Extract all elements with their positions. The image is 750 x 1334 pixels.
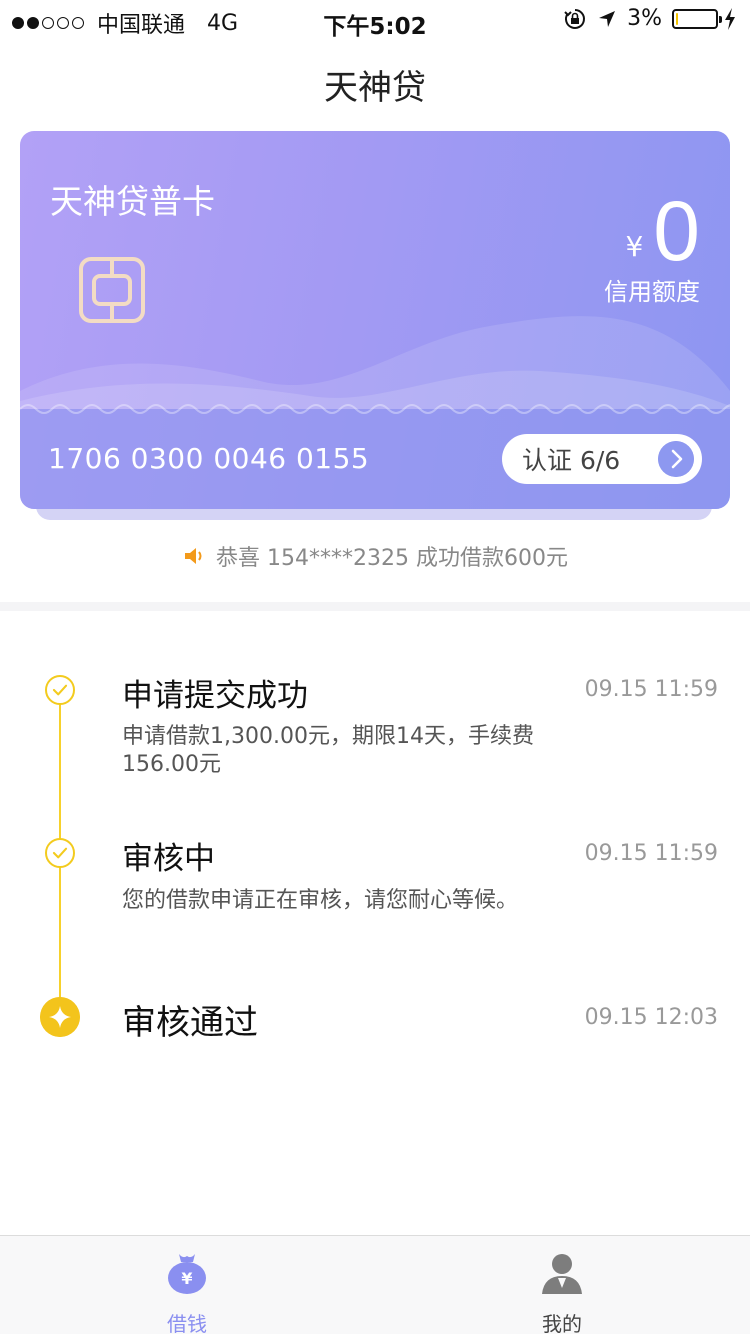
battery-cap — [719, 15, 722, 23]
timeline-title: 审核通过 — [122, 1003, 258, 1043]
tab-mine[interactable]: 我的 — [487, 1236, 637, 1334]
money-bag-icon: ¥ — [168, 1254, 206, 1294]
notice-text: 恭喜 154****2325 成功借款600元 — [216, 546, 568, 571]
speaker-icon — [185, 548, 202, 564]
credit-amount-label: 信用额度 — [604, 278, 700, 306]
verification-button[interactable]: 认证 6/6 — [502, 434, 702, 484]
timeline-time: 09.15 11:59 — [584, 677, 718, 702]
approved-diamond-icon — [40, 997, 80, 1037]
credit-amount-value: 0 — [653, 184, 700, 278]
battery-level — [676, 12, 679, 25]
user-profile-icon — [542, 1254, 582, 1294]
credit-amount: ¥ 0 — [625, 189, 700, 273]
loan-notice: 恭喜 154****2325 成功借款600元 — [0, 540, 750, 572]
tab-bar: ¥ 借钱 我的 — [0, 1235, 750, 1334]
check-circle-icon — [45, 838, 75, 868]
verification-label: 认证 6/6 — [522, 446, 621, 475]
timeline-title: 申请提交成功 — [122, 678, 308, 714]
orientation-lock-icon — [564, 8, 586, 29]
tab-borrow[interactable]: ¥ 借钱 — [112, 1236, 262, 1334]
page-title: 天神贷 — [324, 68, 426, 108]
chevron-right-icon — [658, 441, 694, 477]
check-circle-icon — [45, 675, 75, 705]
timeline-time: 09.15 11:59 — [584, 841, 718, 866]
timeline-description: 您的借款申请正在审核，请您耐心等候。 — [122, 888, 519, 913]
currency-symbol: ¥ — [625, 230, 644, 263]
card-chip-icon — [79, 257, 145, 323]
tab-mine-label: 我的 — [542, 1312, 582, 1334]
status-right: 3% — [553, 6, 736, 31]
section-divider — [0, 602, 750, 611]
status-bar: 中国联通 4G 下午5:02 3% — [0, 0, 750, 40]
tab-borrow-label: 借钱 — [167, 1312, 207, 1334]
card-name: 天神贷普卡 — [50, 182, 215, 221]
svg-text:¥: ¥ — [181, 1269, 192, 1288]
credit-card[interactable]: 天神贷普卡 ¥ 0 信用额度 1706 0300 0046 0155 认证 6/… — [20, 131, 730, 509]
location-icon — [599, 10, 616, 27]
battery-percent: 3% — [627, 6, 662, 31]
timeline-time: 09.15 12:03 — [584, 1005, 718, 1030]
battery-icon — [672, 8, 722, 29]
timeline-description: 申请借款1,300.00元，期限14天，手续费156.00元 — [122, 724, 534, 777]
charging-icon — [725, 7, 735, 30]
card-number: 1706 0300 0046 0155 — [48, 442, 370, 475]
timeline-title: 审核中 — [122, 841, 215, 877]
